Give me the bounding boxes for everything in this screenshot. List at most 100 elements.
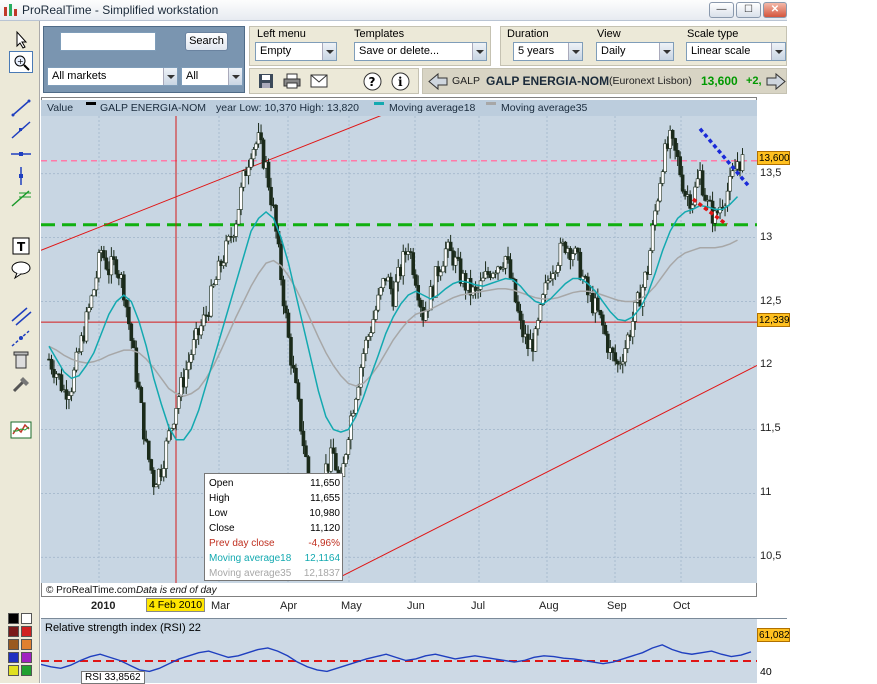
color-swatch-white[interactable] [21, 613, 32, 624]
rsi-plot [41, 644, 757, 673]
indicator-tool-icon[interactable] [9, 419, 33, 441]
maximize-button[interactable]: ☐ [736, 2, 761, 18]
legend-ma18-label: Moving average18 [389, 102, 476, 114]
parallel-lines-tool-icon[interactable] [9, 305, 33, 327]
horizontal-line-tool-icon[interactable] [9, 143, 33, 165]
chart-plot-area[interactable] [41, 116, 757, 583]
market-select-value: All markets [52, 70, 107, 82]
trend-line-tool-icon[interactable] [9, 119, 33, 141]
color-swatch-yellow[interactable] [8, 665, 19, 676]
search-button[interactable]: Search [185, 32, 228, 51]
scale-type-select[interactable]: Linear scale [686, 42, 786, 61]
candle-body [369, 332, 373, 337]
copyright-text: © ProRealTime.com [46, 585, 136, 596]
candle-body [186, 361, 191, 371]
candle-body [546, 280, 550, 284]
candle-body [508, 259, 513, 279]
candle-body [124, 299, 129, 308]
candle-body [331, 447, 336, 454]
candle-body [481, 277, 485, 282]
candle-body [418, 299, 423, 308]
color-swatch-black[interactable] [8, 613, 19, 624]
properties-tool-icon[interactable] [9, 373, 33, 395]
chevron-down-icon [771, 43, 785, 60]
candle-body [486, 271, 490, 275]
candle-body [166, 430, 171, 442]
candle-body [251, 149, 256, 160]
instrument-exchange: (Euronext Lisbon) [609, 75, 692, 87]
forward-arrow-icon[interactable] [766, 72, 787, 91]
close-button[interactable]: ✕ [763, 2, 787, 18]
candle-body [234, 223, 238, 237]
text-tool-icon[interactable]: T [9, 235, 33, 257]
color-swatch-purple[interactable] [21, 652, 32, 663]
market-select[interactable]: All markets [47, 67, 178, 86]
email-icon[interactable] [310, 74, 328, 88]
view-select[interactable]: Daily [596, 42, 674, 61]
color-swatch-brown[interactable] [8, 639, 19, 650]
filter-select[interactable]: All [181, 67, 243, 86]
candle-body [388, 276, 393, 290]
duration-select[interactable]: 5 years [513, 42, 583, 61]
candle-body [137, 381, 141, 388]
candle-body [129, 323, 134, 341]
line-tool-icon[interactable] [9, 97, 33, 119]
low-value: 10,980 [309, 508, 340, 519]
chevron-down-icon [228, 68, 242, 85]
duration-label: Duration [507, 28, 549, 40]
candle-body [538, 304, 543, 321]
candle-body [448, 241, 453, 252]
zoom-tool-icon[interactable]: + [9, 51, 33, 73]
candle-body [630, 321, 635, 338]
candle-body [189, 354, 193, 363]
candle-body [690, 204, 695, 209]
channel-tool-icon[interactable] [9, 327, 33, 349]
candle-body [393, 281, 398, 307]
candle-body [49, 359, 54, 370]
candle-body [151, 469, 156, 488]
candle-body [603, 324, 608, 335]
color-swatch-blue[interactable] [8, 652, 19, 663]
fibonacci-tool-icon[interactable] [9, 187, 33, 209]
date-tick-label: Sep [607, 600, 627, 612]
minimize-button[interactable]: — [709, 2, 734, 18]
candle-body [209, 285, 213, 317]
left-menu-select[interactable]: Empty [255, 42, 337, 61]
price-tick-label: 13,5 [760, 166, 782, 179]
date-tick-label: Jul [471, 600, 486, 612]
drawing-toolbar: + T [0, 21, 40, 683]
help-icon[interactable]: ? [363, 72, 382, 91]
candle-body [281, 279, 286, 307]
info-icon[interactable]: i [391, 72, 410, 91]
print-icon[interactable] [283, 73, 301, 89]
candle-body [114, 259, 119, 275]
comment-tool-icon[interactable] [9, 259, 33, 281]
color-swatch-red[interactable] [21, 626, 32, 637]
color-swatch-darkred[interactable] [8, 626, 19, 637]
left-menu-value: Empty [260, 45, 292, 57]
candle-body [730, 170, 735, 177]
color-swatch-green[interactable] [21, 665, 32, 676]
candle-body [149, 459, 154, 471]
search-input[interactable] [60, 32, 156, 51]
prorealtime-logo-icon [4, 4, 17, 16]
delete-tool-icon[interactable] [9, 349, 33, 371]
chart-legend: Value GALP ENERGIA-NOM year Low: 10,370 … [41, 100, 757, 116]
legend-year-range: year Low: 10,370 High: 13,820 [216, 102, 360, 114]
legend-ma35-swatch [486, 102, 496, 105]
svg-text:T: T [17, 240, 26, 254]
save-icon[interactable] [258, 73, 274, 89]
candle-body [576, 247, 580, 253]
candle-body [578, 251, 583, 280]
candle-body [174, 408, 179, 425]
pointer-tool-icon[interactable] [9, 29, 33, 51]
legend-ma18-swatch [374, 102, 384, 105]
templates-select[interactable]: Save or delete... [354, 42, 487, 61]
back-arrow-icon[interactable] [427, 72, 449, 91]
ma18-row: Moving average18 12,1164 [209, 553, 340, 564]
action-icons-panel: ? i [249, 68, 419, 94]
candle-body [59, 374, 64, 392]
vertical-line-tool-icon[interactable] [9, 165, 33, 187]
color-swatch-orange[interactable] [21, 639, 32, 650]
rsi-panel[interactable]: Relative strength index (RSI) 22 RSI 33,… [41, 618, 757, 684]
